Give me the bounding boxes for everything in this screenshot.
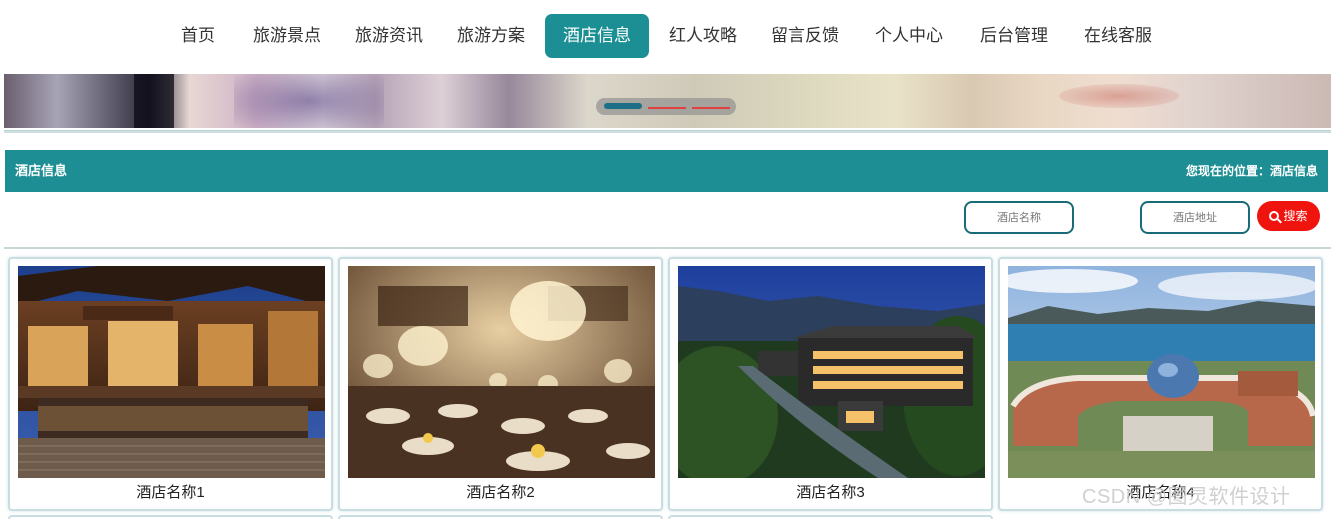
hotel-address-search-input[interactable] <box>1140 201 1250 234</box>
hotel-image[interactable] <box>348 266 655 478</box>
carousel-indicator-2[interactable] <box>648 107 686 109</box>
banner-image-detail <box>1059 84 1179 108</box>
search-button-label: 搜索 <box>1283 209 1308 223</box>
divider <box>4 130 1331 133</box>
hotel-name[interactable]: 酒店名称1 <box>10 481 331 502</box>
hotel-card[interactable]: 酒店名称2 <box>338 257 663 511</box>
nav-item-hotel-info[interactable]: 酒店信息 <box>545 14 649 58</box>
top-nav: 首页 旅游景点 旅游资讯 旅游方案 酒店信息 红人攻略 留言反馈 个人中心 后台… <box>0 0 1335 72</box>
nav-item-online-service[interactable]: 在线客服 <box>1077 14 1159 58</box>
hotel-card[interactable]: 酒店名称4 <box>998 257 1323 511</box>
banner-carousel[interactable] <box>4 74 1331 128</box>
breadcrumb: 您现在的位置：酒店信息 <box>1185 164 1318 178</box>
hotel-card[interactable] <box>668 515 993 519</box>
nav-item-influencer-guides[interactable]: 红人攻略 <box>662 14 744 58</box>
hotel-name-search-input[interactable] <box>964 201 1074 234</box>
banner-image-detail <box>134 74 174 128</box>
hotel-image[interactable] <box>678 266 985 478</box>
carousel-indicator-3[interactable] <box>692 107 730 109</box>
banner-image-detail <box>234 74 384 128</box>
nav-item-home[interactable]: 首页 <box>170 14 226 58</box>
hotel-image[interactable] <box>18 266 325 478</box>
nav-item-feedback[interactable]: 留言反馈 <box>764 14 846 58</box>
watermark: CSDN @图灵软件设计 <box>1082 486 1291 508</box>
nav-item-user-center[interactable]: 个人中心 <box>868 14 950 58</box>
section-title: 酒店信息 <box>15 163 68 178</box>
nav-item-admin[interactable]: 后台管理 <box>973 14 1055 58</box>
hotel-name[interactable]: 酒店名称3 <box>670 481 991 502</box>
search-icon <box>1269 211 1280 221</box>
hotel-card[interactable] <box>338 515 663 519</box>
hotel-card[interactable] <box>8 515 333 519</box>
section-header: 酒店信息 您现在的位置：酒店信息 <box>5 150 1328 192</box>
nav-item-scenic-spots[interactable]: 旅游景点 <box>246 14 328 58</box>
carousel-indicators <box>596 98 736 115</box>
nav-item-travel-news[interactable]: 旅游资讯 <box>348 14 430 58</box>
hotel-card[interactable]: 酒店名称3 <box>668 257 993 511</box>
hotel-image[interactable] <box>1008 266 1315 478</box>
hotel-name[interactable]: 酒店名称2 <box>340 481 661 502</box>
divider <box>4 247 1331 249</box>
carousel-indicator-1[interactable] <box>604 103 642 109</box>
hotel-card[interactable]: 酒店名称1 <box>8 257 333 511</box>
nav-item-travel-plans[interactable]: 旅游方案 <box>450 14 532 58</box>
search-button[interactable]: 搜索 <box>1257 201 1320 231</box>
